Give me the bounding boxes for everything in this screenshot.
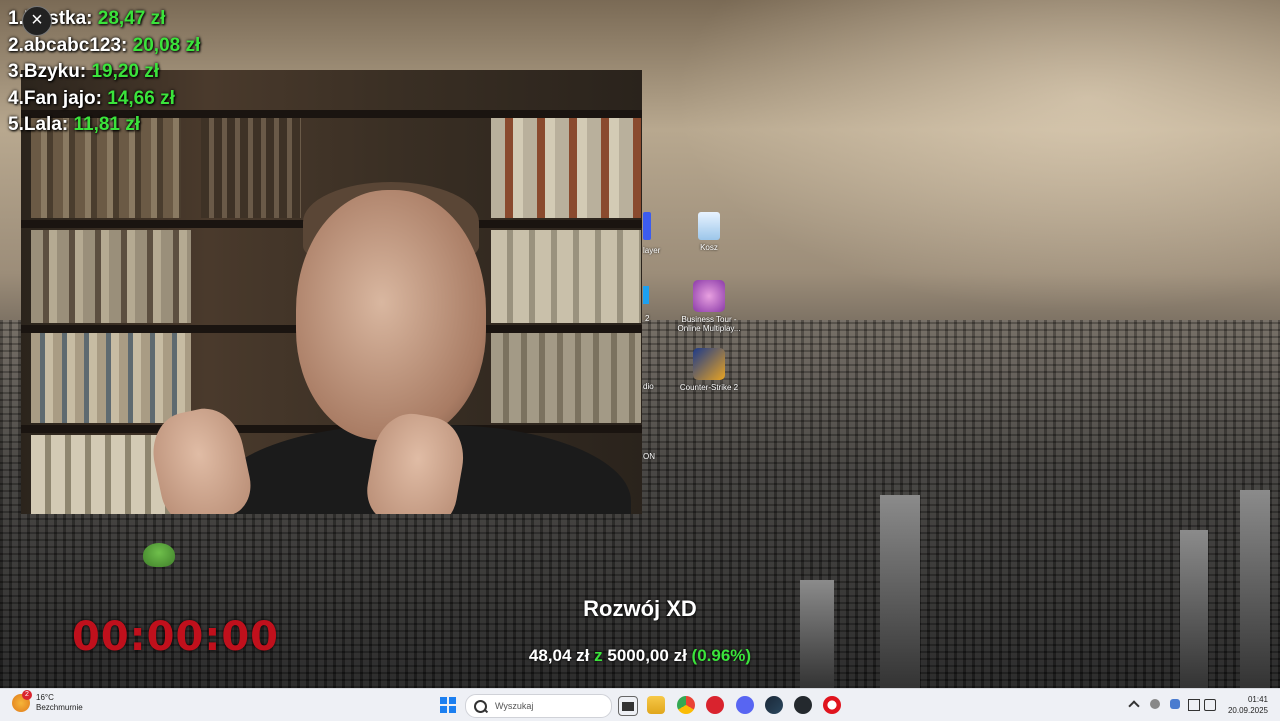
business-tour-icon <box>693 280 725 312</box>
goal-percent: (0.96%) <box>691 646 752 665</box>
notification-badge: 2 <box>22 690 32 700</box>
start-icon[interactable] <box>440 697 456 713</box>
leaderboard-amount: 28,47 zł <box>97 8 166 29</box>
leaderboard-row: 4.Fan jajo: 14,66 zł <box>8 86 200 113</box>
partial-icon-label: dio <box>643 382 654 391</box>
chrome-icon[interactable] <box>677 696 695 714</box>
books <box>491 333 641 423</box>
desktop-icon-label: Counter-Strike 2 <box>679 383 739 392</box>
leaderboard-name: Lala: <box>23 114 69 135</box>
wallpaper-tower <box>1180 530 1208 688</box>
books <box>31 230 191 323</box>
clock-date: 20.09.2025 <box>1227 706 1268 715</box>
leaderboard-name: Bzyku: <box>23 61 87 82</box>
leaderboard-rank: 5. <box>8 114 24 135</box>
microphone-icon[interactable] <box>1170 699 1180 709</box>
close-icon[interactable]: × <box>22 6 52 36</box>
sun-icon: 2 <box>12 690 32 712</box>
partial-icon-label: ON <box>643 452 655 461</box>
wallpaper-tower <box>880 495 920 688</box>
leaderboard-name: abcabc123: <box>23 34 128 56</box>
partial-icon-label: 2 <box>645 314 650 323</box>
search-icon <box>474 699 487 713</box>
leaderboard-name: Fan jajo: <box>23 87 102 109</box>
github-icon[interactable] <box>794 696 812 714</box>
wallpaper-tower <box>1240 490 1270 688</box>
partial-icon-label: layer <box>643 246 661 255</box>
books <box>201 118 301 218</box>
books <box>491 118 641 218</box>
leaderboard-rank: 4. <box>8 87 24 109</box>
person-face <box>296 190 486 440</box>
network-icon[interactable] <box>1150 699 1160 709</box>
books <box>31 333 191 423</box>
goal-title: Rozwój XD <box>583 596 697 621</box>
wallpaper-tower <box>800 580 834 688</box>
desktop-icon-counter-strike[interactable]: Counter-Strike 2 <box>671 348 747 392</box>
leaderboard-amount: 20,08 zł <box>132 34 201 56</box>
leaderboard-row: 3.Bzyku: 19,20 zł <box>8 59 200 86</box>
desktop-icon-label: Business Tour - Online Multiplay... <box>677 315 741 333</box>
leaderboard-rank: 3. <box>8 61 24 82</box>
goal-current: 48,04 zł <box>528 646 590 665</box>
steam-icon[interactable] <box>765 696 783 714</box>
books <box>491 230 641 323</box>
leaderboard-amount: 14,66 zł <box>107 87 175 109</box>
desktop-icon-business-tour[interactable]: Business Tour - Online Multiplay... <box>671 280 747 333</box>
desktop-icon-recycle-bin[interactable]: Kosz <box>671 212 747 252</box>
weather-widget[interactable]: 2 16°C Bezchmurnie <box>12 690 83 713</box>
goal-progress: 48,04 zł z 5000,00 zł (0.96%) <box>470 646 810 666</box>
goal-connector: z <box>594 646 603 665</box>
clock-time: 01:41 <box>1247 695 1268 704</box>
weather-desc: Bezchmurnie <box>36 703 83 712</box>
pepe-emote-icon <box>143 543 175 567</box>
opera-icon[interactable] <box>823 696 841 714</box>
weather-text: 16°C Bezchmurnie <box>36 693 83 713</box>
partial-app-icon[interactable] <box>643 212 651 240</box>
app-red-icon[interactable] <box>706 696 724 714</box>
chevron-up-icon[interactable] <box>1128 700 1140 712</box>
desktop-icon-label: Kosz <box>700 243 718 252</box>
system-clock[interactable]: 01:41 20.09.2025 <box>1228 694 1268 716</box>
partial-app-icon[interactable] <box>643 286 649 304</box>
leaderboard-row: 5.Lala: 11,81 zł <box>8 112 200 139</box>
search-box[interactable]: Wyszukaj <box>465 694 612 718</box>
leaderboard-amount: 19,20 zł <box>91 61 160 82</box>
weather-temp: 16°C <box>36 693 54 702</box>
task-view-icon[interactable] <box>618 696 638 716</box>
stream-timer: 00:00:00 <box>72 614 279 660</box>
file-explorer-icon[interactable] <box>647 696 665 714</box>
counter-strike-icon <box>693 348 725 380</box>
goal-target: 5000,00 zł <box>607 646 687 665</box>
recycle-bin-icon <box>698 212 720 240</box>
leaderboard-row: 2.abcabc123: 20,08 zł <box>8 33 200 60</box>
search-placeholder: Wyszukaj <box>495 701 534 711</box>
volume-icon[interactable] <box>1204 699 1216 711</box>
taskbar: 2 16°C Bezchmurnie Wyszukaj 01:41 20.09.… <box>0 688 1280 721</box>
display-icon[interactable] <box>1188 699 1200 711</box>
leaderboard-amount: 11,81 zł <box>73 114 141 135</box>
discord-icon[interactable] <box>736 696 754 714</box>
leaderboard-rank: 2. <box>8 34 24 56</box>
